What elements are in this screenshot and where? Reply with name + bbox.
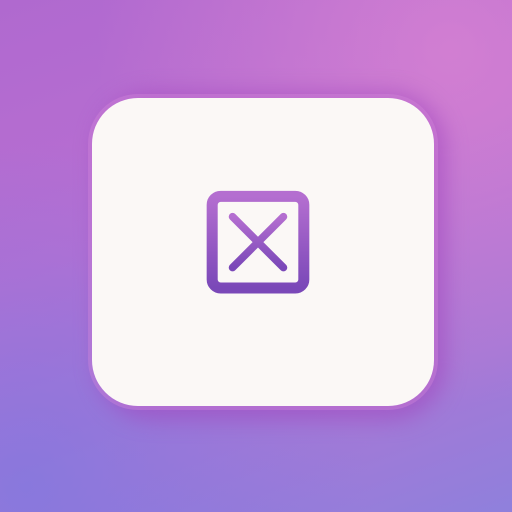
icon-card[interactable]	[92, 98, 434, 406]
app-icon-background	[0, 0, 512, 512]
close-icon	[206, 190, 310, 294]
close-button[interactable]	[202, 189, 314, 297]
